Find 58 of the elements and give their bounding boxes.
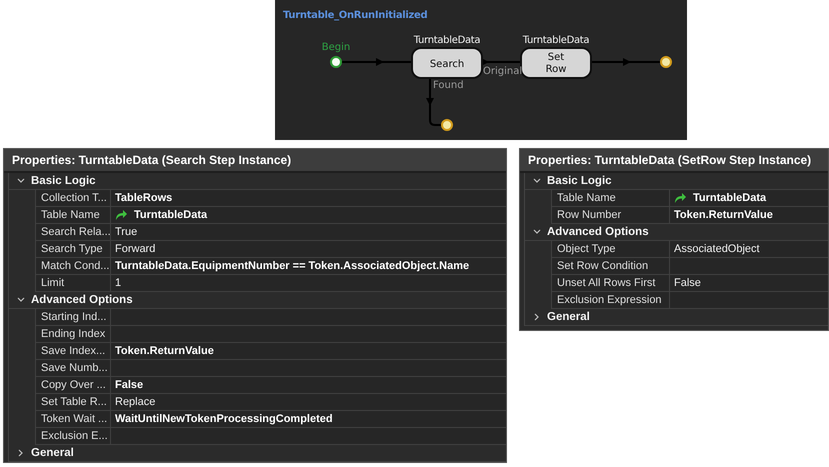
property-name: Limit <box>35 275 111 292</box>
chevron-down-icon[interactable] <box>533 228 541 236</box>
property-name: Match Cond... <box>35 258 111 275</box>
end-node <box>441 119 453 131</box>
property-name: Save Index... <box>35 343 111 360</box>
property-name: Save Numb... <box>35 360 111 377</box>
link-label: Found <box>433 80 464 91</box>
property-name: Row Number <box>551 207 670 224</box>
curved-arrow-icon <box>674 192 687 204</box>
property-name: Exclusion E... <box>35 428 111 445</box>
property-value[interactable]: False <box>115 379 144 391</box>
property-name: Token Wait ... <box>35 411 111 428</box>
chevron-down-icon[interactable] <box>17 177 25 185</box>
diagram-title: Turntable_OnRunInitialized <box>283 10 428 21</box>
property-value[interactable]: Replace <box>115 396 156 408</box>
chevron-right-icon[interactable] <box>533 313 541 321</box>
property-value[interactable]: TableRows <box>115 192 172 204</box>
property-value[interactable]: TurntableData <box>134 209 208 221</box>
category-label[interactable]: Basic Logic <box>547 175 612 187</box>
category-label[interactable]: Basic Logic <box>31 175 96 187</box>
property-name: Exclusion Expression <box>551 292 670 309</box>
property-name: Starting Ind... <box>35 309 111 326</box>
property-name: Collection T... <box>35 190 111 207</box>
end-node <box>660 56 672 68</box>
start-node <box>330 56 342 68</box>
property-name: Search Rela... <box>35 224 111 241</box>
chevron-down-icon[interactable] <box>533 177 541 185</box>
property-name: Set Row Condition <box>551 258 670 275</box>
property-value[interactable]: False <box>674 277 701 289</box>
connector <box>342 58 412 66</box>
category-label[interactable]: General <box>547 311 590 323</box>
step-caption: TurntableData <box>414 35 480 46</box>
property-name: Table Name <box>35 207 111 224</box>
category-label[interactable]: Advanced Options <box>547 226 649 238</box>
property-value[interactable]: Forward <box>115 243 156 255</box>
chevron-right-icon[interactable] <box>17 449 25 457</box>
property-value[interactable]: Token.ReturnValue <box>115 345 214 357</box>
property-value[interactable]: True <box>115 226 138 238</box>
curved-arrow-icon <box>115 209 128 221</box>
category-label[interactable]: Advanced Options <box>31 294 133 306</box>
property-name: Ending Index <box>35 326 111 343</box>
panel-title: Properties: TurntableData (SetRow Step Instance) <box>520 149 828 173</box>
property-name: Copy Over ... <box>35 377 111 394</box>
link-label: Original <box>483 66 522 77</box>
chevron-down-icon[interactable] <box>17 296 25 304</box>
connector <box>591 58 660 66</box>
property-value[interactable]: 1 <box>115 277 122 289</box>
property-name: Set Table R... <box>35 394 111 411</box>
category-label[interactable]: General <box>31 447 74 459</box>
step-caption: TurntableData <box>522 35 590 46</box>
step-node[interactable]: Set Row <box>520 47 592 79</box>
step-node[interactable]: Search <box>411 47 483 79</box>
property-name: Table Name <box>551 190 670 207</box>
panel-title: Properties: TurntableData (Search Step Instance) <box>4 149 506 173</box>
start-label: Begin <box>322 42 350 53</box>
property-name: Unset All Rows First <box>551 275 670 292</box>
property-name: Search Type <box>35 241 111 258</box>
property-name: Object Type <box>551 241 670 258</box>
